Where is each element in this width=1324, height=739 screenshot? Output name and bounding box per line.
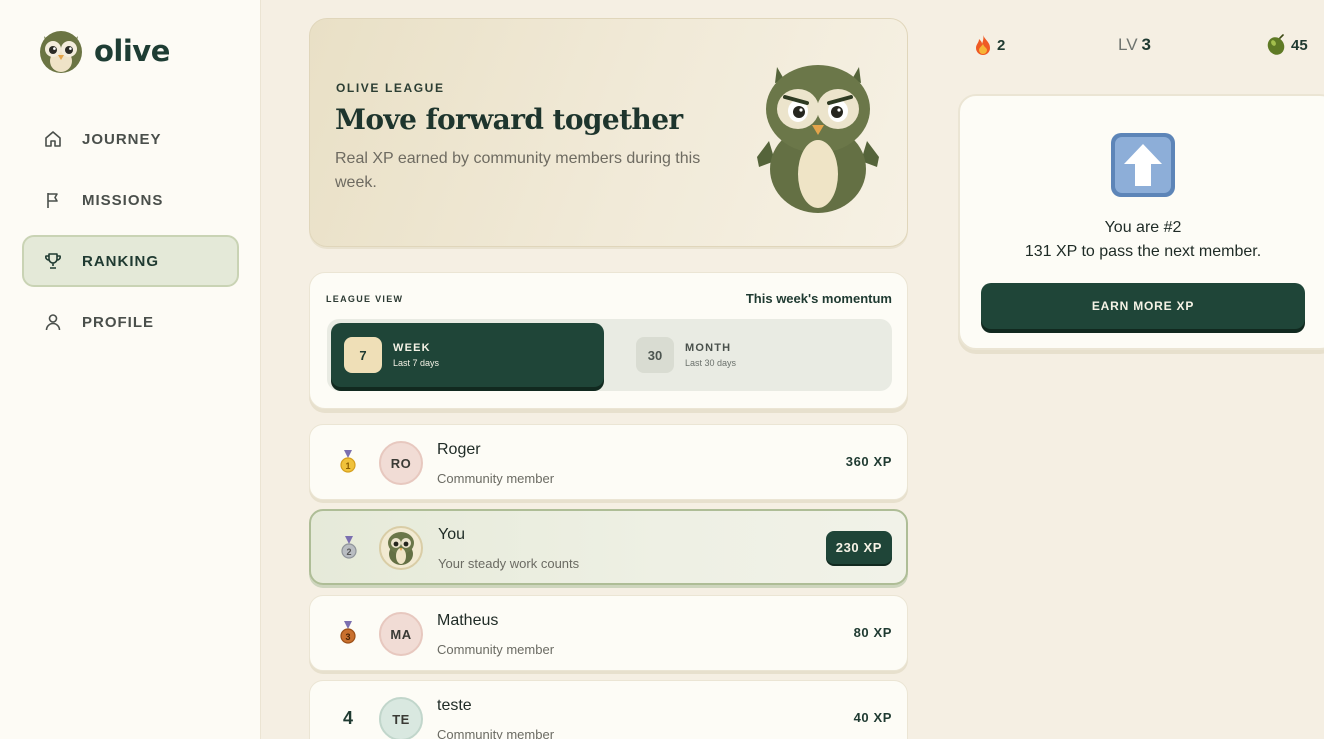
sidebar: olive JOURNEY MISSIONS RANKING PROFILE <box>0 0 261 739</box>
level-stat: LV 3 <box>1118 35 1151 55</box>
silver-medal-icon: 2 <box>335 533 363 563</box>
hero-subtitle: Real XP earned by community members duri… <box>335 150 701 191</box>
bronze-medal-icon: 3 <box>334 618 362 648</box>
olive-icon <box>1267 34 1285 55</box>
up-arrow-icon <box>1111 133 1175 197</box>
owl-avatar-icon <box>388 532 414 565</box>
member-xp: 80 XP <box>853 625 892 640</box>
period-desc: Last 7 days <box>393 358 440 368</box>
momentum-label: This week's momentum <box>745 291 892 306</box>
nav-journey[interactable]: JOURNEY <box>22 113 239 165</box>
trophy-icon <box>44 252 62 270</box>
nav-ranking[interactable]: RANKING <box>22 235 239 287</box>
ranking-row[interactable]: 3 MA Matheus Community member 80 XP <box>309 595 908 671</box>
nav-label: PROFILE <box>82 313 155 331</box>
next-rank-card: You are #2 131 XP to pass the next membe… <box>958 94 1324 350</box>
level-label: LV <box>1118 35 1138 54</box>
svg-text:3: 3 <box>345 632 350 642</box>
streak-stat[interactable]: 2 <box>973 34 1005 56</box>
hero-banner: OLIVE LEAGUE Move forward together Real … <box>309 18 908 247</box>
owl-logo-icon <box>40 31 82 73</box>
period-title: WEEK <box>393 342 431 354</box>
gold-medal-icon: 1 <box>334 447 362 477</box>
member-role: Community member <box>437 471 555 486</box>
hero-eyebrow: OLIVE LEAGUE <box>336 81 445 95</box>
member-name: Roger <box>437 441 481 458</box>
member-xp: 360 XP <box>845 454 892 469</box>
member-xp: 40 XP <box>853 710 892 725</box>
period-title: MONTH <box>685 342 732 354</box>
xp-gap-text: 131 XP to pass the next member. <box>1024 243 1262 260</box>
period-toggle: 7 WEEK Last 7 days 30 MONTH Last 30 days <box>327 319 892 391</box>
owl-mascot-icon <box>757 65 879 213</box>
avatar <box>379 526 423 570</box>
period-days-badge: 7 <box>344 337 382 373</box>
period-days-badge: 30 <box>636 337 674 373</box>
ranking-row[interactable]: 1 RO Roger Community member 360 XP <box>309 424 908 500</box>
member-name: You <box>438 526 465 543</box>
nav-profile[interactable]: PROFILE <box>22 296 239 348</box>
page-title: Move forward together <box>335 103 683 136</box>
nav-label: JOURNEY <box>82 130 162 148</box>
league-view-label: LEAGUE VIEW <box>326 294 404 304</box>
period-week-option[interactable]: 7 WEEK Last 7 days <box>331 323 604 387</box>
member-name: Matheus <box>437 612 499 629</box>
user-icon <box>44 313 62 331</box>
nav-missions[interactable]: MISSIONS <box>22 174 239 226</box>
brand[interactable]: olive <box>36 28 170 74</box>
level-value: 3 <box>1141 35 1152 54</box>
brand-name: olive <box>94 34 170 68</box>
earn-more-xp-button[interactable]: EARN MORE XP <box>981 283 1305 329</box>
streak-count: 2 <box>997 36 1006 54</box>
period-month-option[interactable]: 30 MONTH Last 30 days <box>623 323 896 387</box>
ranking-row-self[interactable]: 2 You Your steady work counts 230 XP <box>309 509 908 585</box>
home-icon <box>44 130 62 148</box>
svg-text:2: 2 <box>346 547 351 557</box>
fire-icon <box>976 35 990 55</box>
period-desc: Last 30 days <box>685 358 737 368</box>
member-role: Your steady work counts <box>438 556 580 571</box>
rank-position-text: You are #2 <box>1104 219 1182 236</box>
league-view-card: LEAGUE VIEW This week's momentum 7 WEEK … <box>309 272 908 409</box>
ranking-row[interactable]: 4 TE teste Community member 40 XP <box>309 680 908 739</box>
member-role: Community member <box>437 642 555 657</box>
member-role: Community member <box>437 727 555 739</box>
olives-count: 45 <box>1291 36 1308 54</box>
nav-label: RANKING <box>82 252 159 270</box>
rank-number: 4 <box>342 707 353 728</box>
avatar: MA <box>379 612 423 656</box>
member-xp-badge: 230 XP <box>825 531 892 564</box>
member-name: teste <box>437 697 472 714</box>
flag-icon <box>44 191 62 209</box>
avatar: TE <box>379 697 423 739</box>
svg-text:1: 1 <box>345 461 350 471</box>
avatar: RO <box>379 441 423 485</box>
olives-stat[interactable]: 45 <box>1265 34 1308 56</box>
nav-label: MISSIONS <box>82 191 164 209</box>
